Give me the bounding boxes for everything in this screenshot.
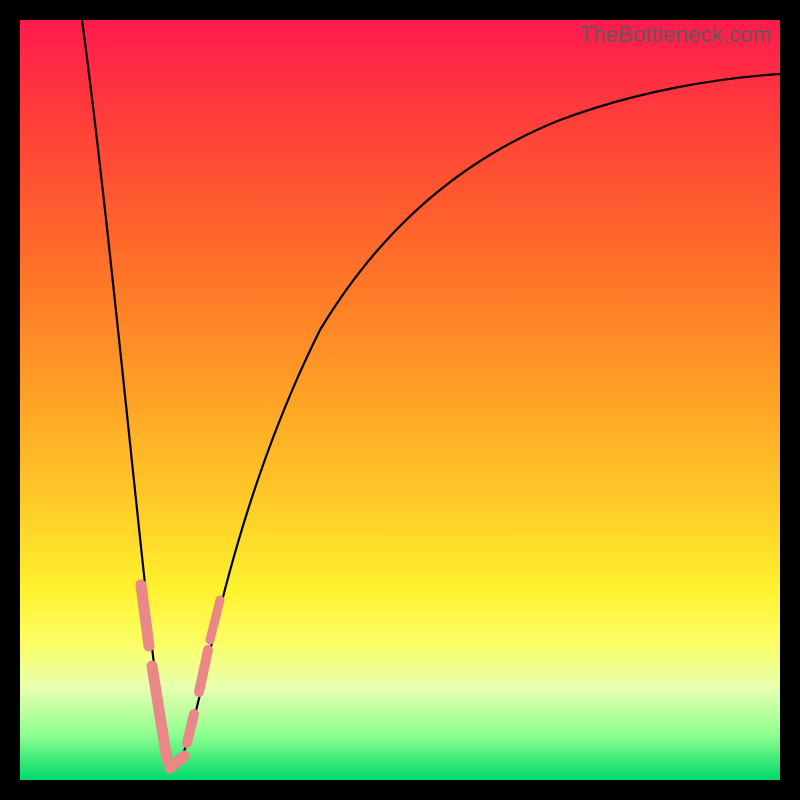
bottleneck-curve-svg xyxy=(20,20,780,780)
chart-plot-area: TheBottleneck.com xyxy=(20,20,780,780)
bead-segment xyxy=(152,666,167,760)
bead-segment xyxy=(141,585,149,646)
bead-segment xyxy=(210,600,220,640)
bead-segment xyxy=(199,650,208,692)
bead-segment xyxy=(170,756,184,768)
bead-segment xyxy=(187,714,194,743)
watermark-text: TheBottleneck.com xyxy=(580,22,772,48)
bottleneck-curve-line xyxy=(82,20,780,766)
